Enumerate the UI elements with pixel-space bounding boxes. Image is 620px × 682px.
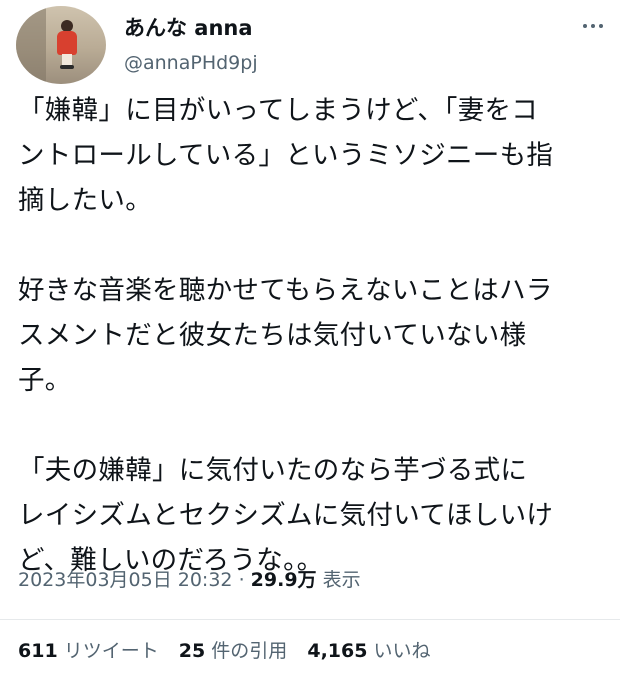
views-label: 表示 xyxy=(322,569,361,591)
display-name[interactable]: あんな anna xyxy=(124,12,253,42)
avatar-figure-coat xyxy=(57,31,77,55)
tweet-line: 「嫌韓」に目がいってしまうけど、「妻をコ xyxy=(18,95,539,126)
timestamp[interactable]: 2023年03月05日 20:32 xyxy=(18,569,233,591)
retweets-count: 611 xyxy=(18,640,58,662)
avatar-background xyxy=(16,6,46,84)
tweet-line: スメントだと彼女たちは気付いていない様 xyxy=(18,320,527,351)
user-handle[interactable]: @annaPHd9pj xyxy=(124,52,258,74)
engagement-stats: 611 リツイート 25 件の引用 4,165 いいね xyxy=(18,636,445,663)
tweet-line: 「夫の嫌韓」に気付いたのなら芋づる式に xyxy=(18,455,528,486)
likes-count: 4,165 xyxy=(307,640,368,662)
quotes-label: 件の引用 xyxy=(211,640,288,662)
likes-label: いいね xyxy=(373,640,431,662)
tweet-line: 好きな音楽を聴かせてもらえないことはハラ xyxy=(18,275,553,306)
avatar[interactable] xyxy=(16,6,106,84)
tweet-line: ントロールしている」というミソジニーも指 xyxy=(18,140,554,171)
tweet-line: 子。 xyxy=(18,365,72,396)
meta-separator: · xyxy=(238,569,245,591)
tweet-line: レイシズムとセクシズムに気付いてほしいけ xyxy=(18,500,554,531)
divider xyxy=(0,619,620,620)
avatar-figure-shoes xyxy=(60,65,74,69)
retweets-label: リツイート xyxy=(63,640,159,662)
views-count: 29.9万 xyxy=(250,569,317,591)
retweets-stat[interactable]: 611 リツイート xyxy=(18,640,165,662)
more-options-button[interactable] xyxy=(578,8,608,44)
tweet-meta: 2023年03月05日 20:32 · 29.9万 表示 xyxy=(18,565,361,592)
likes-stat[interactable]: 4,165 いいね xyxy=(307,640,430,662)
tweet-line: 摘したい。 xyxy=(18,185,152,216)
quotes-stat[interactable]: 25 件の引用 xyxy=(179,640,294,662)
quotes-count: 25 xyxy=(178,640,206,662)
tweet-text: 「嫌韓」に目がいってしまうけど、「妻をコ ントロールしている」というミソジニーも… xyxy=(18,88,608,583)
more-dots-icon xyxy=(583,24,587,28)
